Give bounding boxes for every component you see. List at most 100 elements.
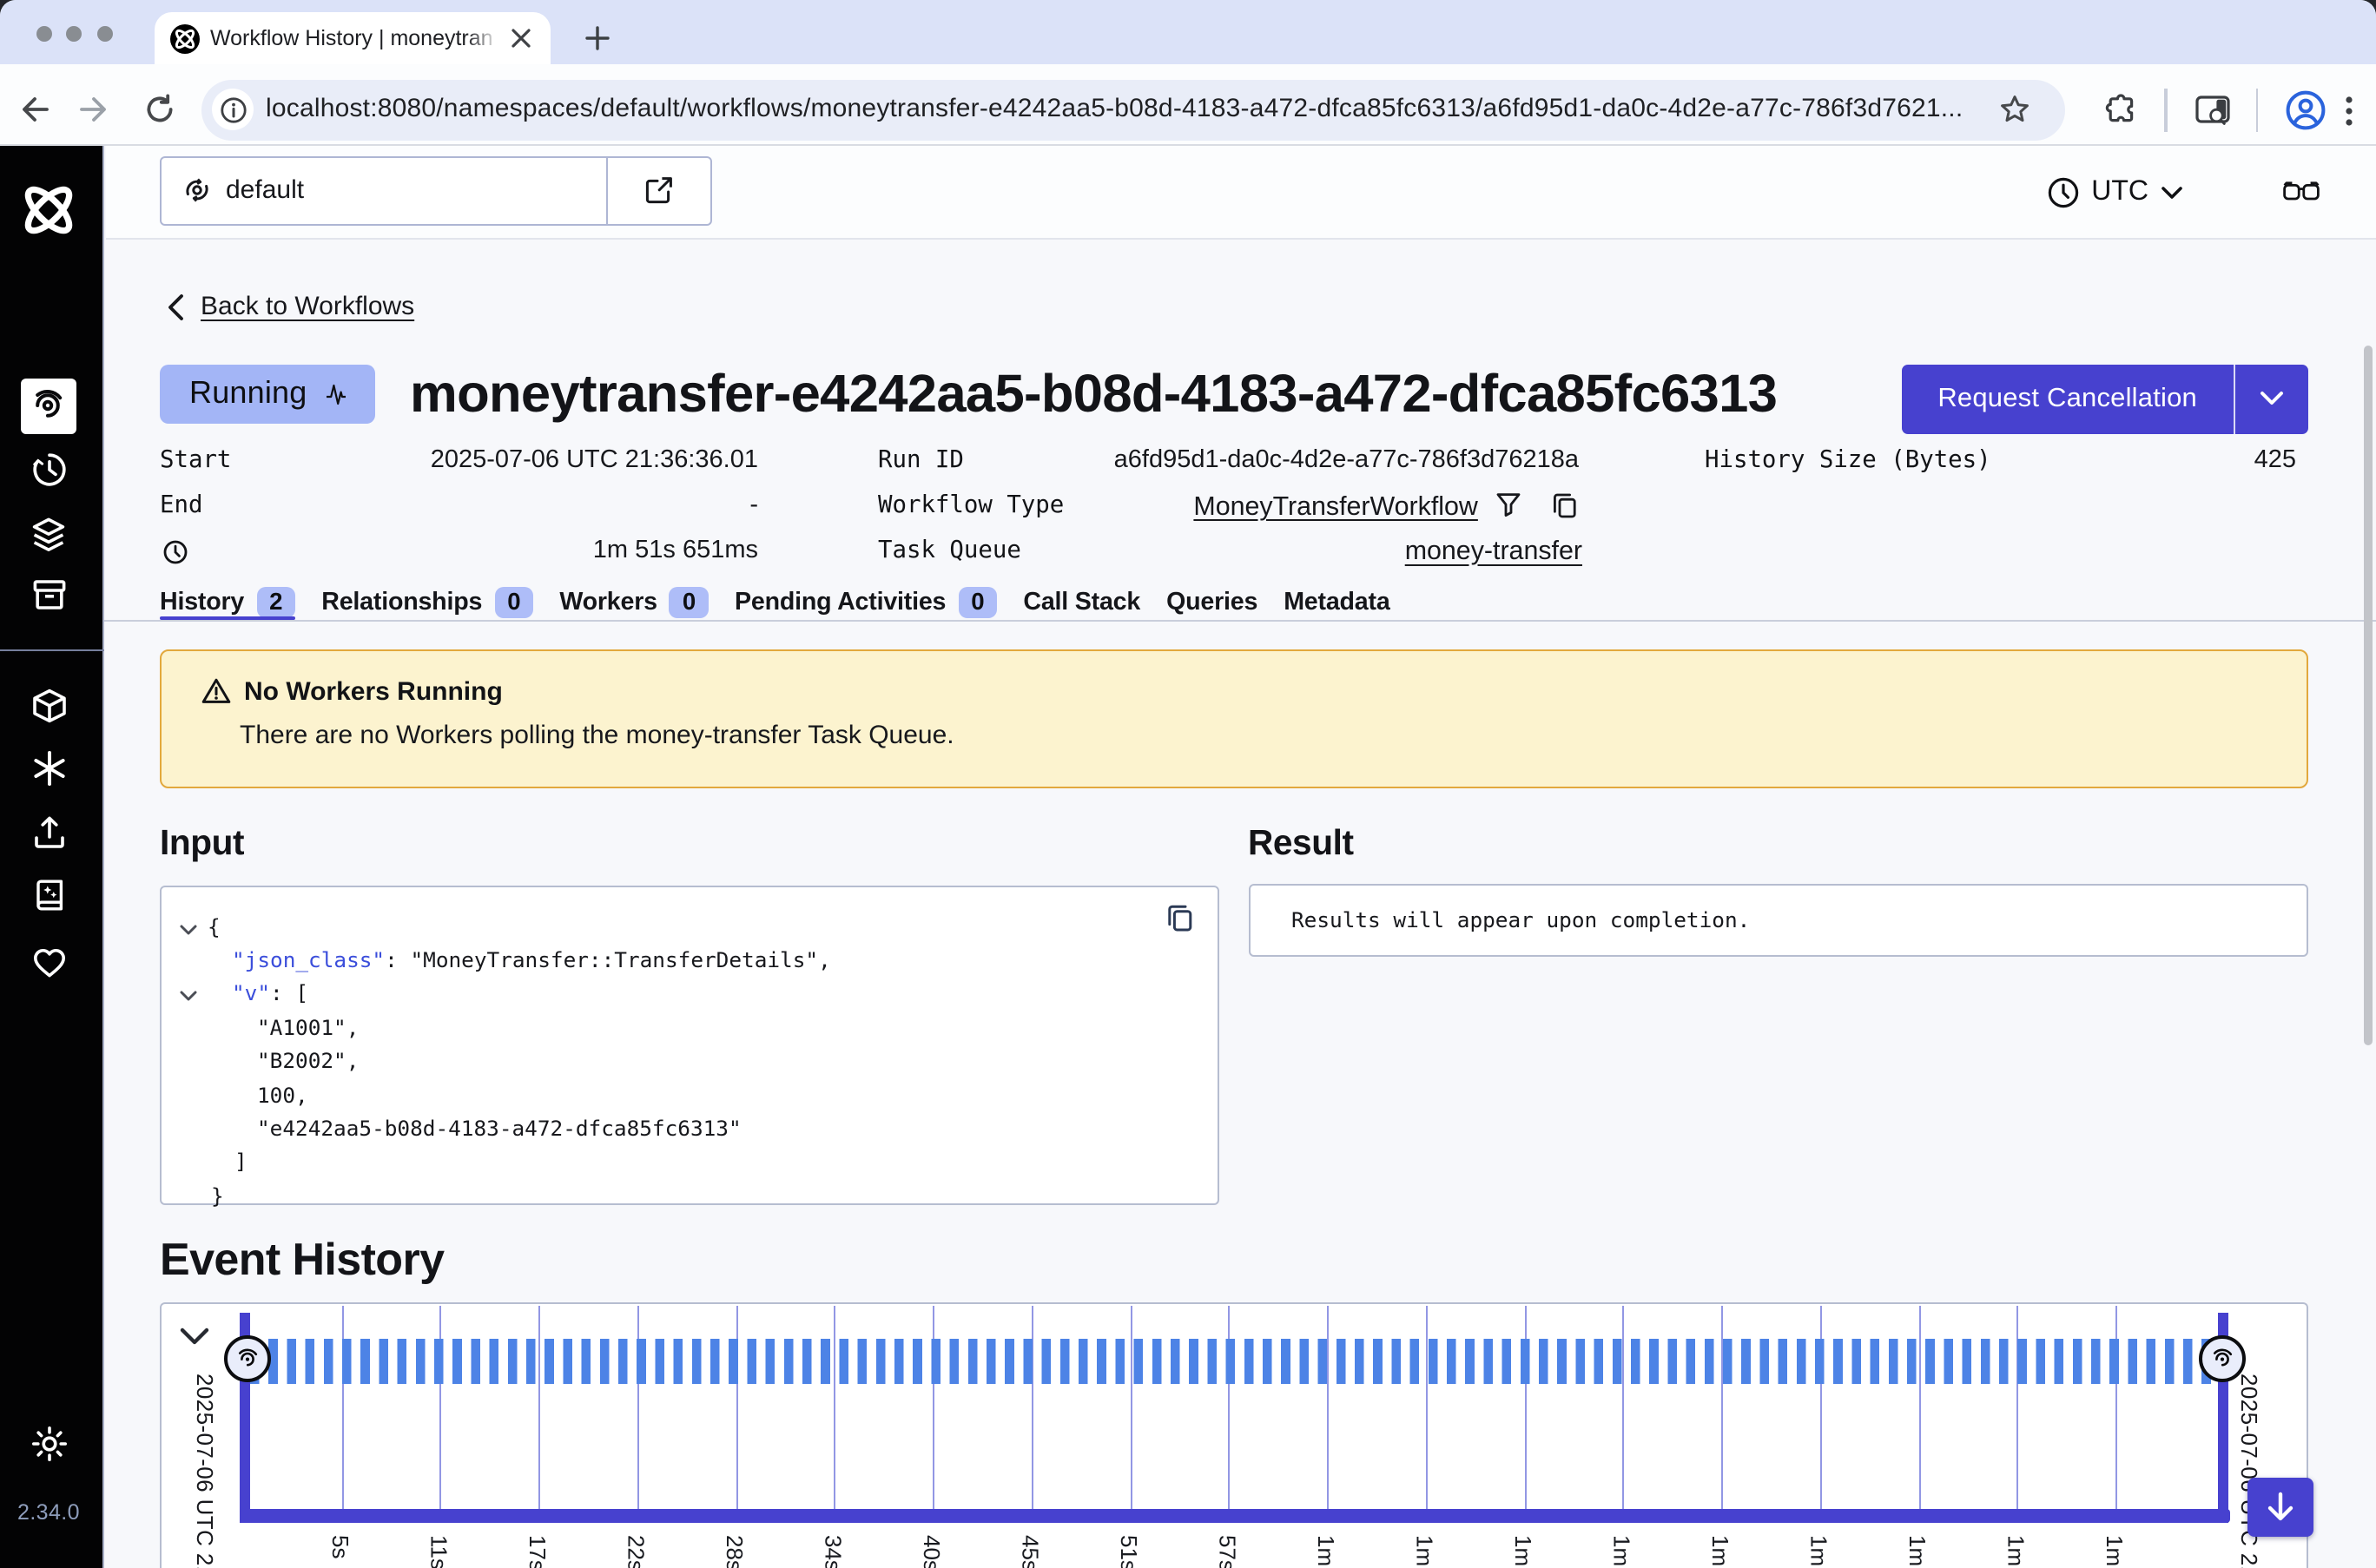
traffic-light-zoom[interactable] xyxy=(97,25,113,41)
tab-label: Metadata xyxy=(1284,588,1389,616)
sidebar-item-feedback[interactable] xyxy=(0,945,97,981)
json-collapse-icon[interactable] xyxy=(179,923,198,935)
meta-task-queue-value: money-transfer xyxy=(1405,536,1582,565)
tab-label: Queries xyxy=(1166,588,1257,616)
timeline-tick-label: 1m 19s xyxy=(1609,1535,1635,1568)
tab-label: Call Stack xyxy=(1023,588,1140,616)
meta-end-value: - xyxy=(749,491,758,518)
timeline-start-node[interactable] xyxy=(224,1335,271,1382)
workflow-type-link[interactable]: MoneyTransferWorkflow xyxy=(1193,491,1477,521)
tab-queries[interactable]: Queries xyxy=(1166,588,1257,616)
timeline-tick-label: 57s xyxy=(1215,1535,1241,1568)
tab-label: Workers xyxy=(559,588,657,616)
timeline-gridline xyxy=(440,1305,442,1508)
copy-type-icon[interactable] xyxy=(1551,491,1579,518)
tab-curve-left xyxy=(137,47,155,64)
temporal-app: 2.34.0 default xyxy=(0,146,2376,1568)
new-tab-icon[interactable] xyxy=(585,26,610,50)
app-header: default UTC xyxy=(105,146,2376,240)
input-json-viewer: {"json_class": "MoneyTransfer::TransferD… xyxy=(160,886,1219,1205)
result-heading: Result xyxy=(1248,825,1354,865)
tab-history[interactable]: History2 xyxy=(160,586,295,617)
meta-workflow-type-value: MoneyTransferWorkflow xyxy=(1193,491,1579,521)
url-text[interactable]: localhost:8080/namespaces/default/workfl… xyxy=(266,94,1985,123)
tab-call-stack[interactable]: Call Stack xyxy=(1023,588,1140,616)
sidebar-item-nexus[interactable] xyxy=(0,750,97,787)
import-icon xyxy=(30,814,67,851)
json-collapse-icon[interactable] xyxy=(179,991,198,1003)
copy-input-icon[interactable] xyxy=(1165,903,1195,932)
tab-relationships[interactable]: Relationships0 xyxy=(321,586,533,617)
namespace-switcher-icon xyxy=(182,175,212,205)
app-sidebar: 2.34.0 xyxy=(0,146,103,1568)
labs-toggle[interactable] xyxy=(2282,146,2320,240)
workflow-meta: Start 2025-07-06 UTC 21:36:36.01 Run ID … xyxy=(105,240,2376,613)
bookmark-star-icon[interactable] xyxy=(1999,94,2030,125)
sidebar-item-archival[interactable] xyxy=(0,576,97,613)
page-scrollbar-thumb[interactable] xyxy=(2364,346,2372,1045)
timeline-collapse-icon[interactable] xyxy=(179,1327,210,1346)
traffic-light-close[interactable] xyxy=(36,25,51,41)
tab-count-badge: 2 xyxy=(256,586,295,617)
timeline-tick-label: 28s xyxy=(722,1535,748,1568)
reload-icon[interactable] xyxy=(144,94,175,125)
input-heading: Input xyxy=(160,825,244,865)
sidebar-item-docs[interactable] xyxy=(0,877,97,913)
side-panel-icon[interactable] xyxy=(2195,95,2230,126)
archival-icon xyxy=(30,576,67,613)
sidebar-item-deployments[interactable] xyxy=(0,688,97,724)
tab-workers[interactable]: Workers0 xyxy=(559,586,709,617)
external-link-icon xyxy=(644,175,674,205)
browser-menu-icon[interactable] xyxy=(2344,95,2353,126)
timeline-gridline xyxy=(1426,1305,1428,1508)
timeline-tick-label: 1m 42s xyxy=(2003,1535,2030,1568)
sidebar-item-namespaces[interactable] xyxy=(0,516,97,554)
json-text: : "MoneyTransfer::TransferDetails", xyxy=(385,948,831,972)
scroll-to-bottom-button[interactable] xyxy=(2247,1478,2313,1537)
timeline-gridline xyxy=(736,1305,737,1508)
theme-toggle[interactable] xyxy=(0,1426,97,1462)
browser-tab[interactable]: Workflow History | moneytran xyxy=(155,12,551,64)
filter-icon[interactable] xyxy=(1495,491,1521,517)
json-line: "B2002", xyxy=(257,1045,359,1079)
tab-curve-right xyxy=(551,47,568,64)
timezone-clock-icon xyxy=(2048,177,2079,208)
sidebar-item-import[interactable] xyxy=(0,814,97,851)
profile-avatar-icon[interactable] xyxy=(2285,90,2325,130)
workflows-icon xyxy=(29,385,69,425)
namespace-select[interactable]: default xyxy=(160,155,711,225)
timeline-tick-label: 11s xyxy=(426,1535,452,1568)
namespace-open-button[interactable] xyxy=(606,157,710,223)
timeline-range-bar[interactable] xyxy=(239,1508,2230,1523)
extensions-icon[interactable] xyxy=(2105,94,2138,127)
timeline-start-label: 2025-07-06 UTC 21:36:36.01 xyxy=(192,1374,218,1568)
app-version: 2.34.0 xyxy=(0,1500,97,1525)
site-info-chip[interactable] xyxy=(212,89,254,130)
browser-window: Workflow History | moneytran xyxy=(0,0,2376,1568)
tab-pending-activities[interactable]: Pending Activities0 xyxy=(735,586,997,617)
sidebar-item-workflows[interactable] xyxy=(21,378,76,433)
result-panel: Results will appear upon completion. xyxy=(1248,884,2308,957)
tab-metadata[interactable]: Metadata xyxy=(1284,588,1389,616)
timeline-end-node[interactable] xyxy=(2199,1335,2246,1382)
timezone-select[interactable]: UTC xyxy=(2048,146,2183,240)
traffic-light-minimize[interactable] xyxy=(66,25,82,41)
sidebar-divider xyxy=(0,649,103,650)
forward-icon[interactable] xyxy=(78,94,109,125)
temporal-logo-icon[interactable] xyxy=(0,175,97,245)
back-icon[interactable] xyxy=(19,94,50,125)
tabs-divider xyxy=(104,620,2376,622)
task-queue-link[interactable]: money-transfer xyxy=(1405,536,1582,565)
tab-label: Pending Activities xyxy=(735,588,946,616)
docs-icon xyxy=(30,877,67,913)
meta-start-value: 2025-07-06 UTC 21:36:36.01 xyxy=(431,445,758,473)
meta-end-label: End xyxy=(160,491,202,519)
json-text: "B2002", xyxy=(257,1049,359,1073)
timeline-tick-label: 1m 8s xyxy=(1412,1535,1438,1568)
url-bar[interactable]: localhost:8080/namespaces/default/workfl… xyxy=(201,79,2065,140)
tab-close-icon[interactable] xyxy=(511,28,531,49)
labs-glasses-icon xyxy=(2282,181,2320,205)
timeline-gridline xyxy=(933,1305,934,1508)
timeline-gridline xyxy=(835,1305,836,1508)
sidebar-item-schedules[interactable] xyxy=(0,451,97,488)
